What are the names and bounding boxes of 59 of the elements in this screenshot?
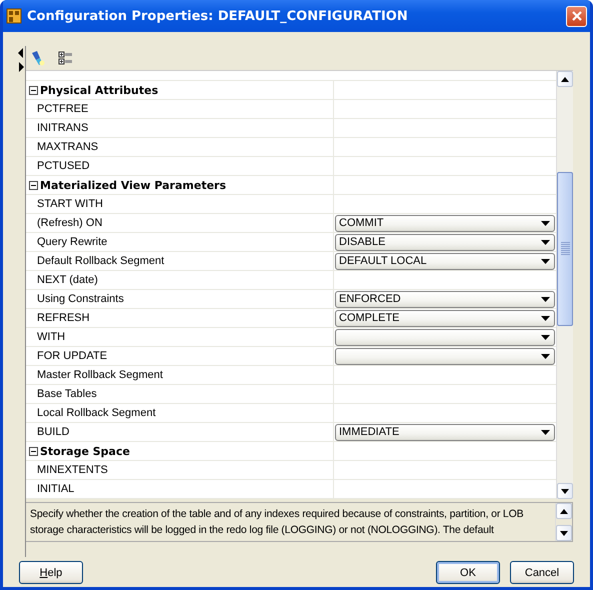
dropdown-field[interactable]: COMPLETE	[335, 310, 555, 326]
dropdown-field[interactable]: ENFORCED	[335, 290, 555, 308]
property-label: INITIAL	[37, 483, 74, 495]
ok-button[interactable]: OK	[436, 561, 500, 584]
property-label: PCTFREE	[37, 103, 88, 115]
property-label: FOR UPDATE	[37, 350, 108, 362]
property-label: Master Rollback Segment	[37, 369, 163, 381]
scrollbar[interactable]	[555, 503, 572, 541]
help-button[interactable]: Help	[19, 561, 83, 584]
expand-all-icon[interactable]	[58, 50, 74, 66]
close-icon	[570, 10, 582, 22]
property-label: PCTUSED	[37, 160, 90, 172]
dropdown-field[interactable]	[335, 348, 555, 364]
scroll-down-icon[interactable]	[560, 530, 568, 536]
window-title: Configuration Properties: DEFAULT_CONFIGURATION	[27, 8, 409, 24]
property-label: Local Rollback Segment	[37, 407, 156, 419]
scroll-up-icon[interactable]	[560, 508, 568, 514]
collapse-icon[interactable]	[29, 86, 38, 94]
dropdown-arrow-icon	[541, 258, 550, 264]
description-text: Specify whether the creation of the table and of any indexes required because of constraints, partition, or LOB storage characteristics will be logged in the redo log file (LOGGING) or not (NOLOGGING). The default	[29, 507, 524, 538]
scrollbar-thumb[interactable]	[557, 172, 573, 326]
property-label: Using Constraints	[37, 293, 124, 305]
property-label: MAXTRANS	[37, 141, 98, 153]
property-label: Base Tables	[37, 388, 97, 400]
dropdown-arrow-icon	[541, 334, 550, 340]
group-label: Materialized View Parameters	[40, 178, 226, 192]
property-label: MINEXTENTS	[37, 464, 108, 476]
dropdown-arrow-icon	[541, 316, 550, 320]
group-label: Physical Attributes	[40, 84, 158, 96]
property-label: BUILD	[37, 426, 70, 438]
grip-icon	[560, 242, 570, 256]
app-icon	[6, 8, 22, 24]
cancel-button[interactable]: Cancel	[510, 561, 574, 584]
dropdown-arrow-icon	[541, 354, 550, 358]
dropdown-arrow-icon	[541, 296, 550, 302]
dropdown-field[interactable]: DISABLE	[335, 234, 555, 250]
scrollbar[interactable]	[556, 71, 573, 499]
dropdown-arrow-icon	[541, 430, 550, 434]
dropdown-field[interactable]	[335, 328, 555, 346]
flashlight-icon[interactable]	[30, 50, 46, 66]
dropdown-field[interactable]: IMMEDIATE	[335, 424, 555, 440]
dropdown-arrow-icon	[541, 240, 550, 244]
property-label: (Refresh) ON	[37, 217, 102, 229]
property-label: START WITH	[37, 198, 103, 210]
dropdown-field[interactable]: COMMIT	[335, 214, 555, 232]
close-button[interactable]	[566, 6, 587, 26]
property-label: Default Rollback Segment	[37, 255, 164, 267]
group-label: Storage Space	[40, 444, 130, 458]
property-label: INITRANS	[37, 122, 88, 134]
property-label: NEXT (date)	[37, 274, 98, 286]
scroll-down-icon[interactable]	[561, 488, 569, 494]
collapse-icon[interactable]	[29, 180, 38, 190]
property-label: Query Rewrite	[37, 236, 108, 248]
property-label: REFRESH	[37, 312, 90, 324]
property-label: WITH	[37, 331, 66, 343]
collapse-icon[interactable]	[29, 446, 38, 456]
scroll-up-icon[interactable]	[561, 76, 569, 82]
dropdown-arrow-icon	[541, 220, 550, 226]
dropdown-field[interactable]: DEFAULT LOCAL	[335, 252, 555, 270]
